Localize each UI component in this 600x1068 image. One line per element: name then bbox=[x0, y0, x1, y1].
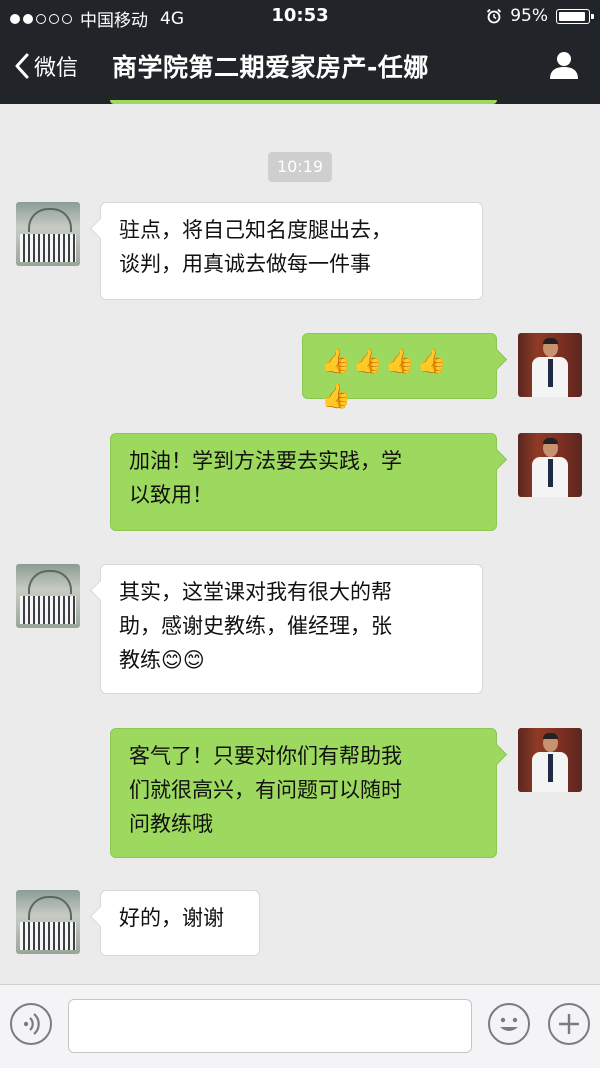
voice-button[interactable] bbox=[10, 1003, 52, 1045]
received-message[interactable]: 好的，谢谢 bbox=[100, 890, 260, 956]
alarm-clock-icon bbox=[487, 8, 502, 24]
back-button[interactable]: 微信 bbox=[14, 50, 78, 82]
message-text: 加油！学到方法要去实践，学 以致用！ bbox=[129, 449, 402, 507]
plus-icon bbox=[559, 1014, 579, 1034]
more-button[interactable] bbox=[548, 1003, 590, 1045]
message-input[interactable] bbox=[68, 999, 472, 1053]
message-text: 好的，谢谢 bbox=[119, 906, 224, 930]
status-bar: 中国移动 4G 10:53 95% bbox=[0, 0, 600, 34]
message-timestamp: 10:19 bbox=[268, 152, 332, 182]
person-icon bbox=[550, 52, 578, 79]
profile-button[interactable] bbox=[548, 50, 580, 84]
my-avatar[interactable] bbox=[518, 433, 582, 497]
received-message[interactable]: 其实，这堂课对我有很大的帮 助，感谢史教练，催经理，张 教练😊😊 bbox=[100, 564, 483, 694]
emoji-icon bbox=[500, 1017, 518, 1031]
contact-avatar[interactable] bbox=[16, 890, 80, 954]
chevron-left-icon bbox=[15, 53, 29, 79]
sent-message[interactable]: 加油！学到方法要去实践，学 以致用！ bbox=[110, 433, 497, 531]
emoji-button[interactable] bbox=[488, 1003, 530, 1045]
sent-message[interactable]: 客气了！只要对你们有帮助我 们就很高兴，有问题可以随时 问教练哦 bbox=[110, 728, 497, 858]
top-bar: 中国移动 4G 10:53 95% 微信 商学院第二期爱家房产-任娜 bbox=[0, 0, 600, 104]
nav-bar: 微信 商学院第二期爱家房产-任娜 bbox=[0, 34, 600, 104]
chat-title: 商学院第二期爱家房产-任娜 bbox=[112, 53, 429, 82]
my-avatar[interactable] bbox=[518, 728, 582, 792]
contact-avatar[interactable] bbox=[16, 202, 80, 266]
battery-percent: 95% bbox=[510, 6, 548, 26]
chat-area[interactable]: 10:19 驻点，将自己知名度腿出去， 谈判，用真诚去做每一件事 👍👍👍👍👍 加… bbox=[0, 104, 600, 984]
contact-avatar[interactable] bbox=[16, 564, 80, 628]
received-message[interactable]: 驻点，将自己知名度腿出去， 谈判，用真诚去做每一件事 bbox=[100, 202, 483, 300]
message-text: 客气了！只要对你们有帮助我 们就很高兴，有问题可以随时 问教练哦 bbox=[129, 744, 402, 836]
my-avatar[interactable] bbox=[518, 333, 582, 397]
back-label: 微信 bbox=[34, 56, 79, 81]
battery-icon bbox=[556, 8, 594, 24]
voice-icon bbox=[23, 1013, 40, 1035]
message-text: 👍👍👍👍👍 bbox=[321, 347, 449, 410]
message-text: 其实，这堂课对我有很大的帮 助，感谢史教练，催经理，张 教练😊😊 bbox=[119, 580, 392, 672]
sent-message[interactable]: 👍👍👍👍👍 bbox=[302, 333, 497, 410]
input-bar bbox=[0, 984, 600, 1068]
message-text: 驻点，将自己知名度腿出去， 谈判，用真诚去做每一件事 bbox=[119, 218, 392, 276]
